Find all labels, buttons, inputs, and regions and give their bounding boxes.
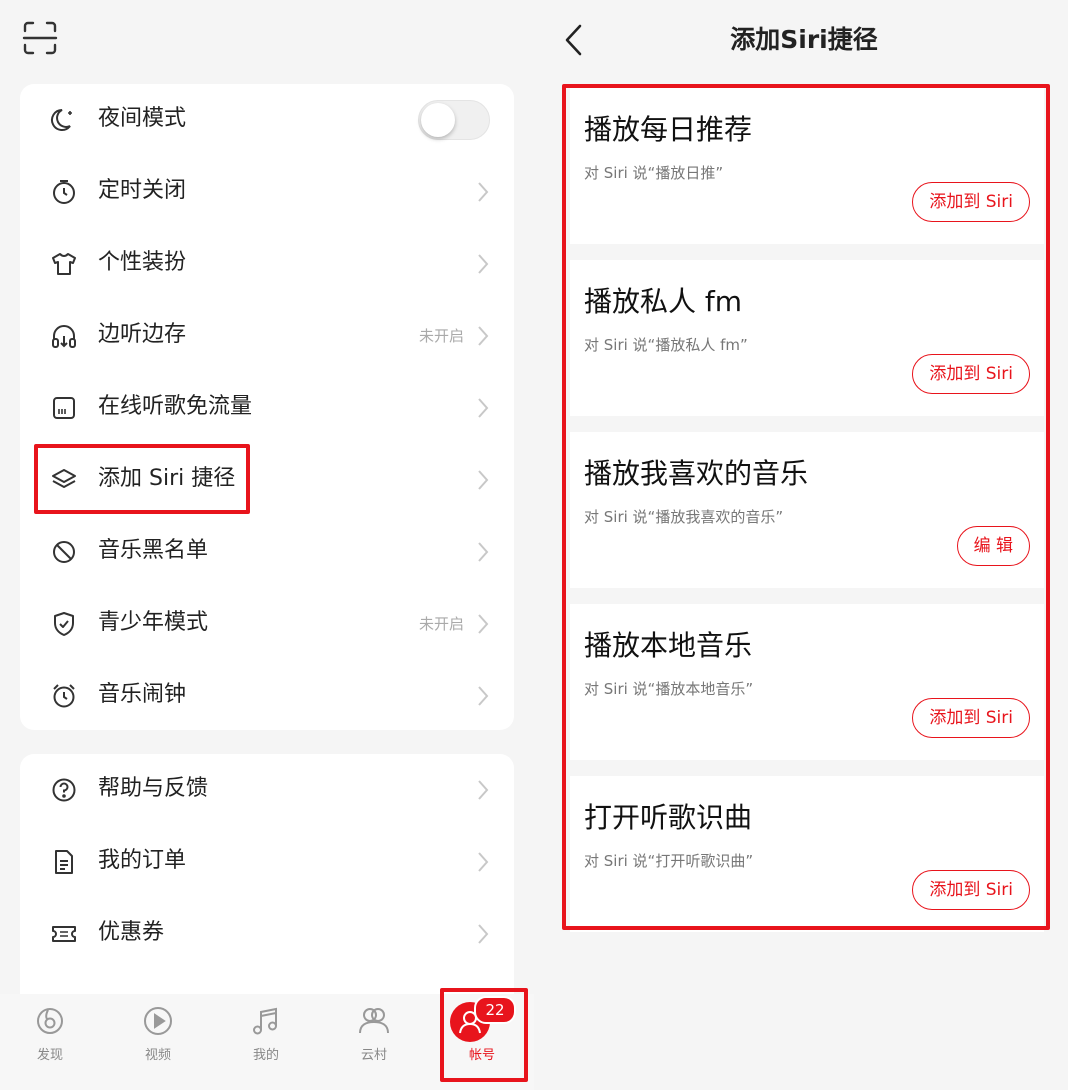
- order-document-icon: [50, 848, 78, 876]
- video-play-icon: [141, 1004, 175, 1038]
- chevron-right-icon: [476, 684, 490, 708]
- discover-icon: [33, 1004, 67, 1038]
- chevron-right-icon: [476, 850, 490, 874]
- tab-community[interactable]: 云村: [320, 994, 428, 1090]
- moon-icon: [50, 106, 78, 134]
- setting-label: 边听边存: [98, 322, 187, 347]
- chevron-right-icon: [476, 922, 490, 946]
- setting-label: 青少年模式: [98, 610, 209, 635]
- setting-label: 音乐闹钟: [98, 682, 187, 707]
- setting-help-feedback[interactable]: 帮助与反馈: [20, 754, 514, 826]
- setting-label: 帮助与反馈: [98, 776, 209, 801]
- setting-my-orders[interactable]: 我的订单: [20, 826, 514, 898]
- status-text: 未开启: [418, 327, 464, 345]
- night-mode-toggle[interactable]: [418, 100, 490, 140]
- scan-icon[interactable]: [22, 20, 58, 56]
- tshirt-icon: [50, 250, 78, 278]
- setting-label: 个性装扮: [98, 250, 187, 275]
- tab-mine[interactable]: 我的: [212, 994, 320, 1090]
- setting-free-data[interactable]: 在线听歌免流量: [20, 372, 514, 444]
- highlight-siri-setting: [34, 444, 250, 514]
- tab-label: 我的: [252, 1048, 279, 1063]
- sim-card-icon: [50, 394, 78, 422]
- highlight-shortcut-list: [562, 84, 1050, 930]
- setting-label: 音乐黑名单: [98, 538, 209, 563]
- chevron-right-icon: [476, 540, 490, 564]
- headphones-download-icon: [50, 322, 78, 350]
- chevron-right-icon: [476, 778, 490, 802]
- settings-group-1: 夜间模式 定时关闭 个性装扮 边听边存 未开启 在线听歌免流量 添加 Siri …: [20, 84, 514, 730]
- tab-video[interactable]: 视频: [104, 994, 212, 1090]
- setting-label: 我的订单: [98, 848, 187, 873]
- tab-label: 发现: [36, 1048, 63, 1063]
- siri-shortcuts-panel: 添加Siri捷径 播放每日推荐 对 Siri 说“播放日推” 添加到 Siri …: [534, 0, 1068, 1090]
- help-circle-icon: [50, 776, 78, 804]
- setting-music-alarm[interactable]: 音乐闹钟: [20, 660, 514, 732]
- coupon-icon: [50, 920, 78, 948]
- page-title: 添加Siri捷径: [730, 25, 878, 54]
- setting-theme[interactable]: 个性装扮: [20, 228, 514, 300]
- status-text: 未开启: [418, 615, 464, 633]
- block-icon: [50, 538, 78, 566]
- setting-night-mode[interactable]: 夜间模式: [20, 84, 514, 156]
- setting-teen-mode[interactable]: 青少年模式 未开启: [20, 588, 514, 660]
- setting-label: 夜间模式: [98, 106, 187, 131]
- setting-coupons[interactable]: 优惠券: [20, 898, 514, 970]
- tab-label: 视频: [144, 1048, 171, 1063]
- timer-icon: [50, 178, 78, 206]
- chevron-right-icon: [476, 324, 490, 348]
- tab-discover[interactable]: 发现: [0, 994, 104, 1090]
- alarm-clock-icon: [50, 682, 78, 710]
- chevron-right-icon: [476, 396, 490, 420]
- chevron-right-icon: [476, 252, 490, 276]
- settings-panel: 夜间模式 定时关闭 个性装扮 边听边存 未开启 在线听歌免流量 添加 Siri …: [0, 0, 534, 1090]
- chevron-right-icon: [476, 180, 490, 204]
- highlight-account-tab: [440, 988, 528, 1082]
- community-icon: [357, 1004, 391, 1038]
- chevron-right-icon: [476, 612, 490, 636]
- setting-label: 在线听歌免流量: [98, 394, 253, 419]
- setting-label: 优惠券: [98, 920, 165, 945]
- setting-sleep-timer[interactable]: 定时关闭: [20, 156, 514, 228]
- settings-group-2: 帮助与反馈 我的订单 优惠券: [20, 754, 514, 994]
- shield-check-icon: [50, 610, 78, 638]
- setting-label: 定时关闭: [98, 178, 187, 203]
- tab-label: 云村: [360, 1048, 387, 1063]
- setting-music-blacklist[interactable]: 音乐黑名单: [20, 516, 514, 588]
- chevron-right-icon: [476, 468, 490, 492]
- setting-cache-while-listening[interactable]: 边听边存 未开启: [20, 300, 514, 372]
- music-note-icon: [249, 1004, 283, 1038]
